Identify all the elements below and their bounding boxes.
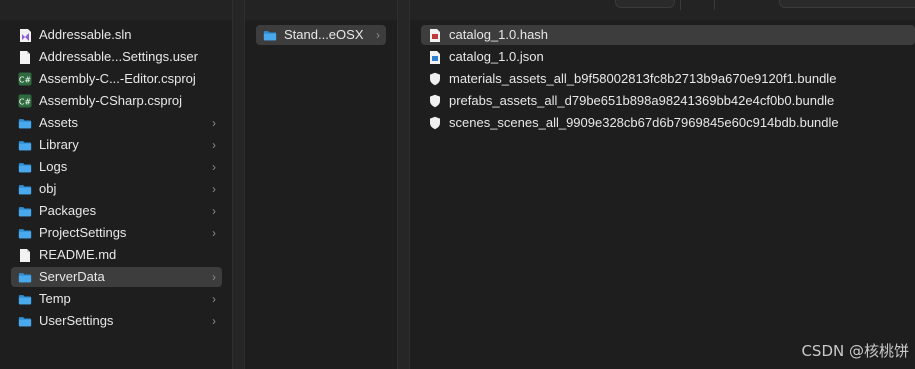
- item-label: Logs: [39, 159, 68, 174]
- list-item[interactable]: Stand...eOSX ›: [256, 25, 386, 45]
- item-label: prefabs_assets_all_d79be651b898a98241369…: [449, 93, 835, 108]
- item-label: Stand...eOSX: [284, 27, 364, 42]
- hash-file-icon: [428, 27, 442, 43]
- chevron-right-icon: ›: [212, 160, 216, 174]
- document-icon: [18, 49, 32, 65]
- vs-solution-icon: [18, 27, 32, 43]
- item-label: obj: [39, 181, 57, 196]
- item-label: Temp: [39, 291, 71, 306]
- list-item[interactable]: catalog_1.0.hash: [421, 25, 915, 45]
- item-label: Assets: [39, 115, 79, 130]
- chevron-right-icon: ›: [212, 314, 216, 328]
- column-standaloneosx: catalog_1.0.hash catalog_1.0.json material…: [410, 20, 915, 369]
- toolbar-button[interactable]: [615, 0, 675, 8]
- folder-icon: [18, 225, 32, 241]
- finder-window: Addressable.sln Addressable...Settings.us…: [0, 0, 915, 369]
- list-item[interactable]: Addressable.sln: [11, 25, 222, 45]
- list-item[interactable]: Library ›: [11, 135, 222, 155]
- list-item[interactable]: Logs ›: [11, 157, 222, 177]
- list-item[interactable]: ProjectSettings ›: [11, 223, 222, 243]
- item-label: README.md: [39, 247, 117, 262]
- folder-icon: [18, 203, 32, 219]
- item-label: UserSettings: [39, 313, 114, 328]
- list-item[interactable]: Packages ›: [11, 201, 222, 221]
- folder-icon: [18, 159, 32, 175]
- chevron-right-icon: ›: [212, 204, 216, 218]
- csharp-project-icon: C#: [18, 93, 32, 109]
- list-item[interactable]: README.md: [11, 245, 222, 265]
- toolbar: [0, 0, 915, 20]
- list-item[interactable]: scenes_scenes_all_9909e328cb67d6b7969845…: [421, 113, 915, 133]
- item-label: Packages: [39, 203, 97, 218]
- column-serverdata: Stand...eOSX ›: [245, 20, 397, 369]
- bundle-shield-icon: [428, 71, 442, 87]
- item-label: Addressable...Settings.user: [39, 49, 198, 64]
- item-label: Addressable.sln: [39, 27, 132, 42]
- column-divider[interactable]: [232, 0, 245, 369]
- chevron-right-icon: ›: [212, 116, 216, 130]
- folder-icon: [18, 291, 32, 307]
- list-item[interactable]: materials_assets_all_b9f58002813fc8b2713…: [421, 69, 915, 89]
- item-label: catalog_1.0.json: [449, 49, 544, 64]
- csharp-project-icon: C#: [18, 71, 32, 87]
- list-item[interactable]: UserSettings ›: [11, 311, 222, 331]
- folder-icon: [18, 313, 32, 329]
- item-label: ServerData: [39, 269, 105, 284]
- svg-text:C#: C#: [19, 76, 32, 85]
- item-label: materials_assets_all_b9f58002813fc8b2713…: [449, 71, 837, 86]
- svg-text:C#: C#: [19, 98, 32, 107]
- item-label: Assembly-C...-Editor.csproj: [39, 71, 196, 86]
- list-item[interactable]: C# Assembly-C...-Editor.csproj: [11, 69, 222, 89]
- column-divider[interactable]: [397, 0, 410, 369]
- list-item[interactable]: catalog_1.0.json: [421, 47, 915, 67]
- chevron-right-icon: ›: [212, 270, 216, 284]
- folder-icon: [263, 27, 277, 43]
- list-item[interactable]: Addressable...Settings.user: [11, 47, 222, 67]
- list-item[interactable]: ServerData ›: [11, 267, 222, 287]
- chevron-right-icon: ›: [376, 28, 380, 42]
- item-label: ProjectSettings: [39, 225, 127, 240]
- folder-icon: [18, 269, 32, 285]
- document-icon: [18, 247, 32, 263]
- chevron-right-icon: ›: [212, 182, 216, 196]
- folder-icon: [18, 181, 32, 197]
- item-label: Library: [39, 137, 79, 152]
- bundle-shield-icon: [428, 93, 442, 109]
- json-file-icon: [428, 49, 442, 65]
- item-label: Assembly-CSharp.csproj: [39, 93, 183, 108]
- list-item[interactable]: Assets ›: [11, 113, 222, 133]
- chevron-right-icon: ›: [212, 226, 216, 240]
- toolbar-separator: [714, 0, 715, 10]
- toolbar-separator: [680, 0, 681, 10]
- list-item[interactable]: Temp ›: [11, 289, 222, 309]
- item-label: catalog_1.0.hash: [449, 27, 549, 42]
- folder-icon: [18, 115, 32, 131]
- list-item[interactable]: prefabs_assets_all_d79be651b898a98241369…: [421, 91, 915, 111]
- chevron-right-icon: ›: [212, 138, 216, 152]
- list-item[interactable]: obj ›: [11, 179, 222, 199]
- search-field[interactable]: [779, 0, 915, 8]
- list-item[interactable]: C# Assembly-CSharp.csproj: [11, 91, 222, 111]
- watermark-text: CSDN @核桃饼: [801, 342, 909, 360]
- chevron-right-icon: ›: [212, 292, 216, 306]
- item-label: scenes_scenes_all_9909e328cb67d6b7969845…: [449, 115, 839, 130]
- bundle-shield-icon: [428, 115, 442, 131]
- folder-icon: [18, 137, 32, 153]
- column-project-root: Addressable.sln Addressable...Settings.us…: [0, 20, 232, 369]
